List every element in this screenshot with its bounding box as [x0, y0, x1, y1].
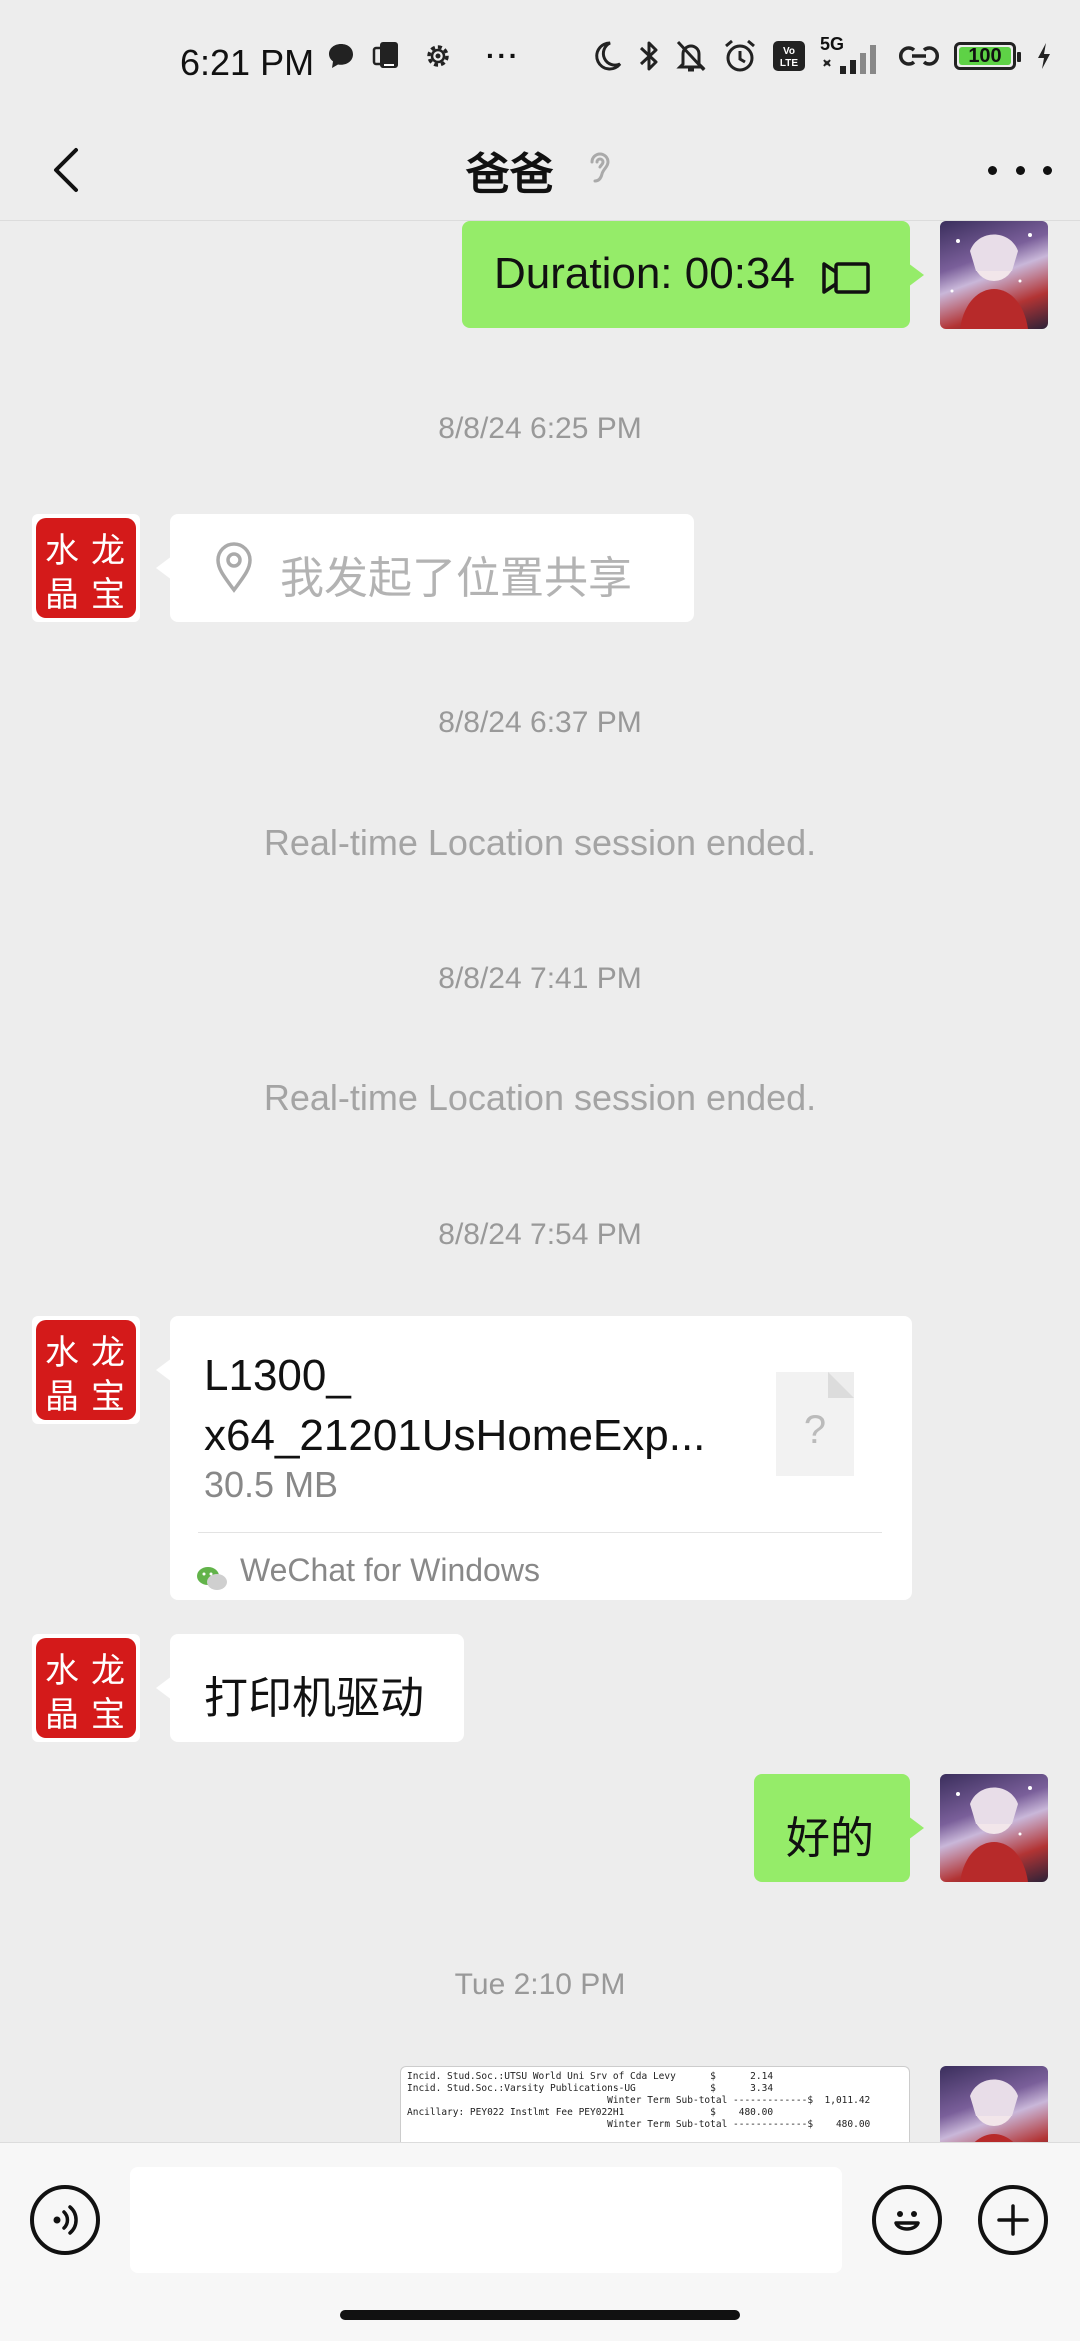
contact-avatar[interactable]: 水 龙 晶 宝: [32, 1316, 140, 1424]
file-size: 30.5 MB: [204, 1464, 339, 1505]
alarm-icon: [722, 38, 758, 74]
call-duration-bubble[interactable]: Duration: 00:34: [462, 221, 924, 328]
chat-bubble-icon: [326, 41, 356, 71]
emoji-icon: [894, 2211, 920, 2231]
status-time: 6:21 PM: [180, 42, 315, 83]
svg-text:宝: 宝: [91, 1377, 125, 1417]
svg-text:龙: 龙: [91, 1651, 125, 1691]
more-icon: [988, 165, 997, 175]
system-message: Real-time Location session ended.: [263, 1077, 817, 1118]
message-list[interactable]: Duration: 00:34 8/8/24 6:25 PM 水 龙 晶 宝 我…: [0, 220, 1080, 2142]
ear-icon: [584, 148, 614, 193]
file-source: WeChat for Windows: [240, 1552, 540, 1588]
volte-icon: Vo LTE: [772, 40, 806, 72]
voice-toggle-button[interactable]: [30, 2185, 100, 2255]
my-avatar[interactable]: [940, 221, 1048, 329]
location-share-bubble[interactable]: 我发起了位置共享: [156, 514, 694, 622]
message-text: 打印机驱动: [204, 1674, 424, 1723]
my-avatar[interactable]: [940, 2066, 1048, 2142]
wechat-icon: [196, 1554, 228, 1604]
hotspot-link-icon: [898, 40, 940, 72]
call-duration-text: Duration: 00:34: [494, 249, 795, 298]
home-indicator[interactable]: [340, 2310, 740, 2320]
timestamp: 8/8/24 6:37 PM: [438, 706, 642, 739]
my-avatar[interactable]: [940, 1774, 1048, 1882]
timestamp: 8/8/24 7:54 PM: [438, 1218, 642, 1251]
text-message-bubble[interactable]: 好的: [754, 1774, 924, 1882]
file-name: L1300_ x64_21201UsHomeExp...: [204, 1351, 706, 1460]
svg-text:宝: 宝: [91, 1695, 125, 1735]
more-functions-button[interactable]: [978, 2185, 1048, 2255]
more-notifications: ···: [486, 40, 520, 71]
system-message: Real-time Location session ended.: [263, 822, 817, 863]
svg-text:晶: 晶: [45, 1377, 79, 1417]
timestamp: 8/8/24 6:25 PM: [438, 412, 642, 445]
signal-5g-icon: 5G: [820, 34, 884, 74]
battery-level: 100: [968, 44, 1002, 67]
svg-text:晶: 晶: [45, 1695, 79, 1735]
bell-muted-icon: [674, 38, 708, 74]
chat-header: 爸爸: [0, 120, 1080, 221]
divider: [198, 1532, 882, 1533]
plus-icon: [997, 2204, 1029, 2236]
status-bar: 6:21 PM ··· Vo LTE 5G 100: [0, 0, 1080, 120]
timestamp: Tue 2:10 PM: [454, 1968, 626, 2001]
file-message-card[interactable]: L1300_ x64_21201UsHomeExp... 30.5 MB ? W…: [156, 1316, 912, 1600]
timestamp: 8/8/24 7:41 PM: [438, 962, 642, 995]
location-share-text: 我发起了位置共享: [280, 554, 632, 603]
contact-avatar[interactable]: 水 龙 晶 宝: [32, 514, 140, 622]
svg-text:水: 水: [45, 1651, 79, 1691]
location-pin-icon: [212, 542, 256, 605]
text-message-bubble[interactable]: 打印机驱动: [156, 1634, 464, 1742]
image-message[interactable]: Incid. Stud.Soc.:UTSU World Uni Srv of C…: [400, 2066, 910, 2142]
message-text: 好的: [786, 1814, 874, 1863]
svg-text:LTE: LTE: [780, 58, 798, 69]
moon-icon: [590, 39, 624, 73]
emoji-button[interactable]: [872, 2185, 942, 2255]
svg-text:Vo: Vo: [783, 46, 795, 57]
svg-text:龙: 龙: [91, 531, 125, 571]
file-unknown-icon: ?: [776, 1372, 854, 1476]
svg-text:龙: 龙: [91, 1333, 125, 1373]
phone-clone-icon: [372, 40, 406, 72]
message-input[interactable]: [130, 2167, 842, 2273]
settings-gear-icon: [422, 40, 454, 72]
chat-title: 爸爸: [465, 150, 554, 199]
notification-icons: ···: [326, 40, 520, 72]
system-icons: Vo LTE 5G 100: [590, 34, 1052, 74]
contact-avatar[interactable]: 水 龙 晶 宝: [32, 1634, 140, 1742]
bluetooth-icon: [638, 38, 660, 74]
voice-icon: [53, 2205, 78, 2235]
battery-indicator: 100: [954, 42, 1021, 70]
svg-text:水: 水: [45, 1333, 79, 1373]
svg-text:水: 水: [45, 531, 79, 571]
video-call-icon: [820, 257, 872, 307]
network-type: 5G: [820, 34, 845, 54]
svg-text:宝: 宝: [91, 575, 125, 615]
more-options-button[interactable]: [988, 148, 1052, 192]
svg-text:晶: 晶: [45, 575, 79, 615]
charging-bolt-icon: [1036, 41, 1052, 71]
